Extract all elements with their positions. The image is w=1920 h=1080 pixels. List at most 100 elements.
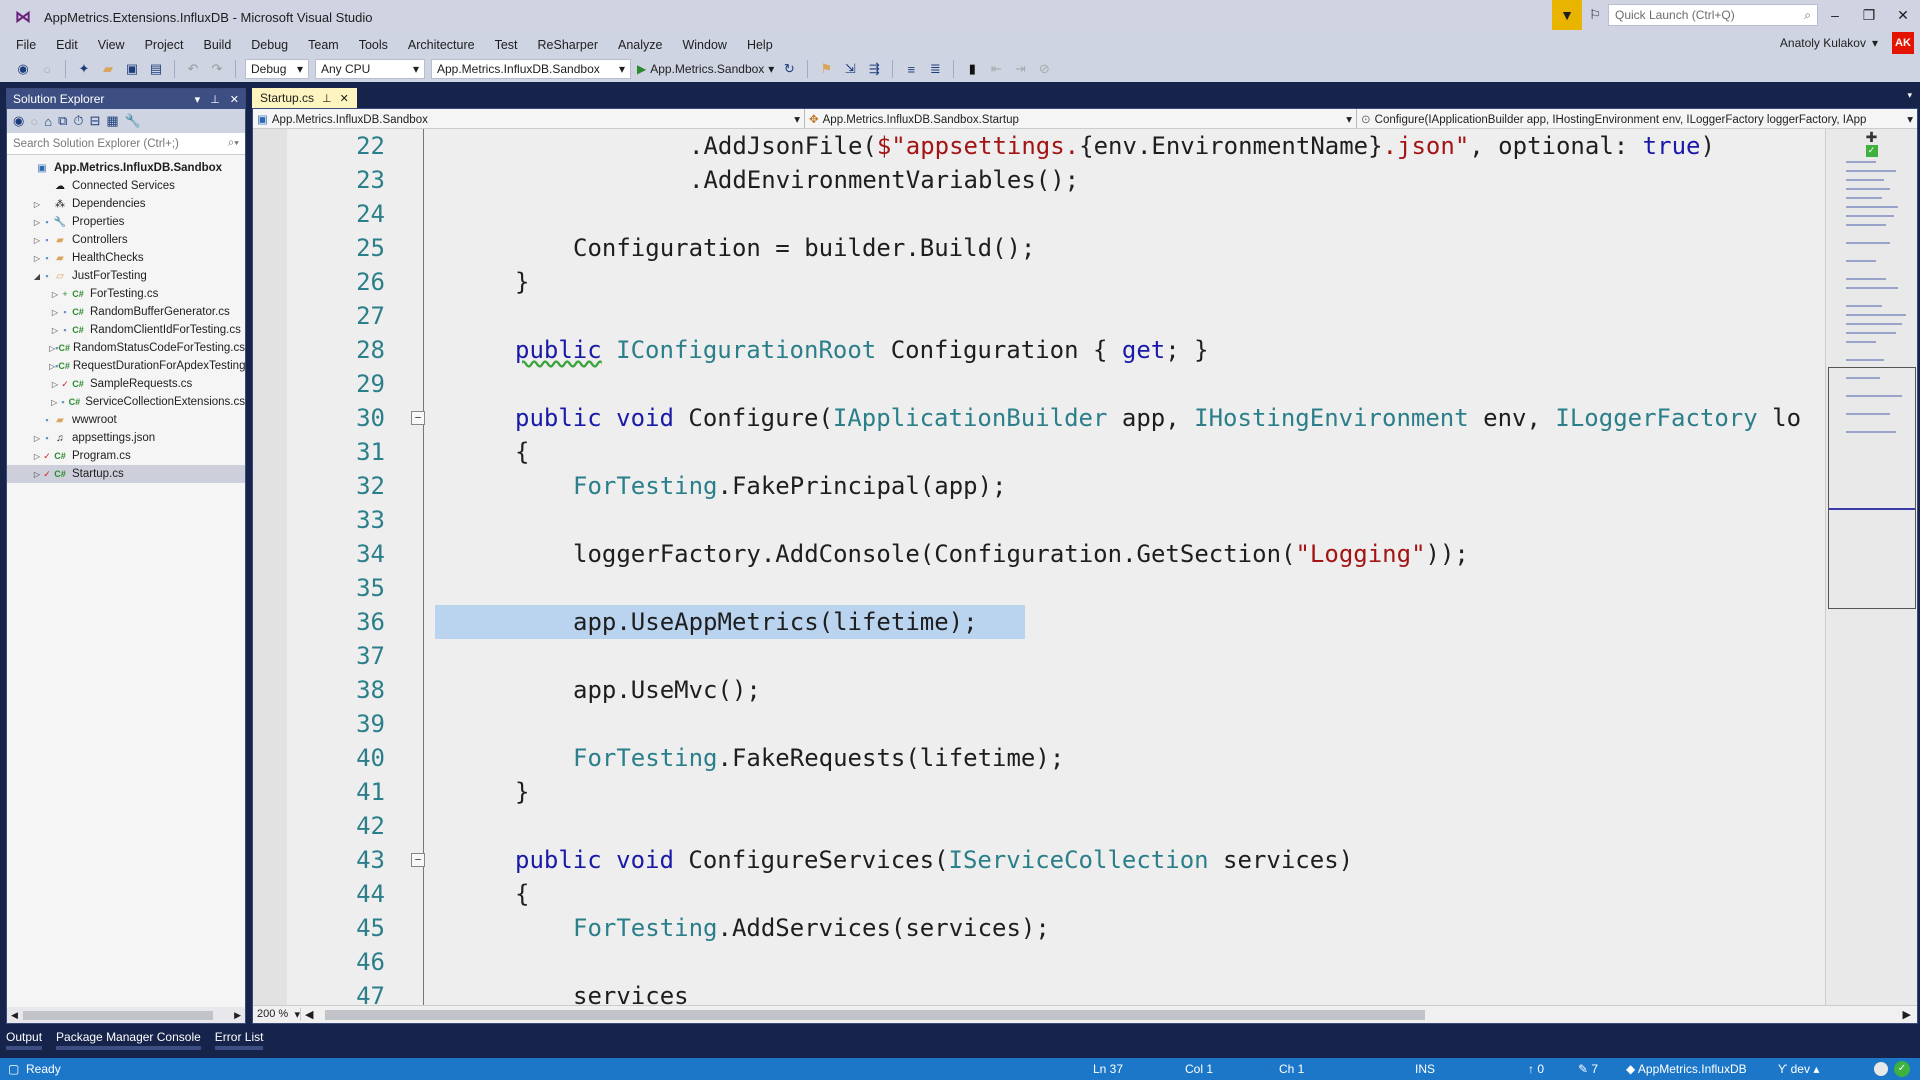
tree-item[interactable]: ▷ ▪ ▰ Controllers <box>7 231 245 249</box>
tree-item[interactable]: ▷ + C# ForTesting.cs <box>7 285 245 303</box>
tree-item[interactable]: ☁ Connected Services <box>7 177 245 195</box>
type-dropdown[interactable]: ✥ App.Metrics.InfluxDB.Sandbox.Startup ▾ <box>805 109 1357 128</box>
close-button[interactable]: ✕ <box>1886 7 1920 24</box>
branch-indicator[interactable]: Ƴ dev ▴ <box>1778 1062 1819 1076</box>
code-line[interactable]: 33 <box>253 503 1823 537</box>
code-line[interactable]: 27 <box>253 299 1823 333</box>
new-project-icon[interactable]: ✦ <box>75 60 93 78</box>
menu-project[interactable]: Project <box>135 38 194 52</box>
configuration-select[interactable]: Debug ▾ <box>245 59 309 79</box>
menu-file[interactable]: File <box>6 38 46 52</box>
tree-item[interactable]: ▷ ▪ C# RequestDurationForApdexTesting.cs <box>7 357 245 375</box>
editor-horizontal-scrollbar[interactable]: 200 % ▾ ◀ ▶ <box>253 1005 1917 1023</box>
menu-help[interactable]: Help <box>737 38 783 52</box>
tree-item[interactable]: ▷ ▪ C# RandomClientIdForTesting.cs <box>7 321 245 339</box>
window-menu-icon[interactable]: ▾ <box>195 93 201 106</box>
uncomment-icon[interactable]: ≣ <box>926 60 944 78</box>
undo-icon[interactable]: ↶ <box>184 60 202 78</box>
step-over-icon[interactable]: ⇶ <box>865 60 883 78</box>
scroll-right-icon[interactable]: ▶ <box>1903 1008 1911 1021</box>
menu-resharper[interactable]: ReSharper <box>528 38 608 52</box>
collapsed-arrow-icon[interactable]: ▷ <box>31 218 43 227</box>
tool-window-tab-error-list[interactable]: Error List <box>214 1030 264 1050</box>
save-icon[interactable]: ▣ <box>123 60 141 78</box>
horizontal-scrollbar[interactable]: ◀ ▶ <box>7 1007 245 1023</box>
code-line[interactable]: 26} <box>253 265 1823 299</box>
platform-select[interactable]: Any CPU ▾ <box>315 59 425 79</box>
start-debugging-button[interactable]: ▶ App.Metrics.Sandbox ▾ <box>637 62 774 76</box>
tree-item[interactable]: ▣ App.Metrics.InfluxDB.Sandbox <box>7 159 245 177</box>
code-line[interactable]: 42 <box>253 809 1823 843</box>
collapsed-arrow-icon[interactable]: ▷ <box>49 326 61 335</box>
menu-tools[interactable]: Tools <box>349 38 398 52</box>
scroll-right-icon[interactable]: ▶ <box>234 1010 241 1021</box>
code-line[interactable]: 39 <box>253 707 1823 741</box>
menu-edit[interactable]: Edit <box>46 38 88 52</box>
project-dropdown[interactable]: ▣ App.Metrics.InfluxDB.Sandbox ▾ <box>253 109 805 128</box>
close-icon[interactable]: ✕ <box>230 93 239 106</box>
clear-bookmarks-icon[interactable]: ⊘ <box>1035 60 1053 78</box>
collapsed-arrow-icon[interactable]: ▷ <box>31 200 43 209</box>
menu-debug[interactable]: Debug <box>241 38 298 52</box>
tree-item[interactable]: ▷ ▪ C# RandomBufferGenerator.cs <box>7 303 245 321</box>
tool-window-tab-package-manager-console[interactable]: Package Manager Console <box>56 1030 201 1050</box>
code-line[interactable]: 41} <box>253 775 1823 809</box>
collapsed-arrow-icon[interactable]: ▷ <box>31 470 43 479</box>
code-line[interactable]: 22 .AddJsonFile($"appsettings.{env.Enviro… <box>253 129 1823 163</box>
show-all-files-icon[interactable]: ▦ <box>106 113 118 129</box>
collapse-region-icon[interactable]: − <box>411 853 425 867</box>
changes-indicator[interactable]: ✎ 7 <box>1578 1062 1598 1076</box>
tree-item[interactable]: ◢ ▪ ▱ JustForTesting <box>7 267 245 285</box>
bookmark-icon[interactable]: ▮ <box>963 60 981 78</box>
pin-icon[interactable]: ⊥ <box>210 93 220 106</box>
scrollbar-map[interactable]: ✚ ✓ <box>1825 129 1917 1005</box>
properties-icon[interactable]: 🔧 <box>125 113 141 129</box>
feedback-smiley-icon[interactable] <box>1874 1062 1888 1076</box>
zoom-level-select[interactable]: 200 % ▾ <box>253 1008 301 1021</box>
tree-item[interactable]: ▷ ✓ C# SampleRequests.cs <box>7 375 245 393</box>
switch-views-icon[interactable]: ⧉ <box>58 113 67 129</box>
tool-window-tab-output[interactable]: Output <box>6 1030 43 1050</box>
expanded-arrow-icon[interactable]: ◢ <box>31 272 43 281</box>
comment-icon[interactable]: ≡ <box>902 60 920 78</box>
home-icon[interactable]: ⌂ <box>44 114 52 129</box>
tree-item[interactable]: ▷ ▪ ▰ HealthChecks <box>7 249 245 267</box>
notifications-filter-icon[interactable]: ▼ <box>1552 0 1582 30</box>
tree-item[interactable]: ▷ ▪ C# ServiceCollectionExtensions.cs <box>7 393 245 411</box>
tree-item[interactable]: ▪ ▰ wwwroot <box>7 411 245 429</box>
tree-item[interactable]: ▷ ✓ C# Program.cs <box>7 447 245 465</box>
collapsed-arrow-icon[interactable]: ▷ <box>49 398 59 407</box>
redo-icon[interactable]: ↷ <box>208 60 226 78</box>
quick-launch-input[interactable]: Quick Launch (Ctrl+Q) ⌕ <box>1608 4 1818 26</box>
forward-icon[interactable]: ○ <box>30 114 38 129</box>
code-line[interactable]: 32 ForTesting.FakePrincipal(app); <box>253 469 1823 503</box>
solution-explorer-search[interactable]: Search Solution Explorer (Ctrl+;) ⌕▾ <box>7 133 245 155</box>
tree-item[interactable]: ▷ ✓ C# Startup.cs <box>7 465 245 483</box>
code-line[interactable]: 47 services <box>253 979 1823 1005</box>
code-area[interactable]: 22 .AddJsonFile($"appsettings.{env.Enviro… <box>253 129 1823 1005</box>
startup-project-select[interactable]: App.Metrics.InfluxDB.Sandbox ▾ <box>431 59 631 79</box>
notification-check-icon[interactable]: ✓ <box>1894 1061 1910 1077</box>
navigate-back-icon[interactable]: ◉ <box>14 60 32 78</box>
code-line[interactable]: 40 ForTesting.FakeRequests(lifetime); <box>253 741 1823 775</box>
tab-overflow-icon[interactable]: ▾ <box>1907 90 1912 101</box>
split-window-icon[interactable]: ✚ <box>1826 129 1917 145</box>
collapsed-arrow-icon[interactable]: ▷ <box>49 308 61 317</box>
prev-bookmark-icon[interactable]: ⇤ <box>987 60 1005 78</box>
scroll-left-icon[interactable]: ◀ <box>301 1008 313 1021</box>
scroll-left-icon[interactable]: ◀ <box>11 1010 18 1021</box>
code-line[interactable]: 35 <box>253 571 1823 605</box>
refresh-icon[interactable]: ↻ <box>780 60 798 78</box>
close-tab-icon[interactable]: ✕ <box>340 92 349 105</box>
tree-item[interactable]: ▷ ⁂ Dependencies <box>7 195 245 213</box>
scrollbar-thumb[interactable] <box>325 1009 1425 1020</box>
collapsed-arrow-icon[interactable]: ▷ <box>31 254 43 263</box>
step-into-icon[interactable]: ⇲ <box>841 60 859 78</box>
code-line[interactable]: 38 app.UseMvc(); <box>253 673 1823 707</box>
code-line[interactable]: 34 loggerFactory.AddConsole(Configuration… <box>253 537 1823 571</box>
menu-analyze[interactable]: Analyze <box>608 38 672 52</box>
browser-link-icon[interactable]: ⚑ <box>817 60 835 78</box>
scrollbar-thumb[interactable] <box>23 1010 213 1020</box>
code-line[interactable]: 25 Configuration = builder.Build(); <box>253 231 1823 265</box>
feedback-icon[interactable]: ⚐ <box>1582 7 1608 23</box>
